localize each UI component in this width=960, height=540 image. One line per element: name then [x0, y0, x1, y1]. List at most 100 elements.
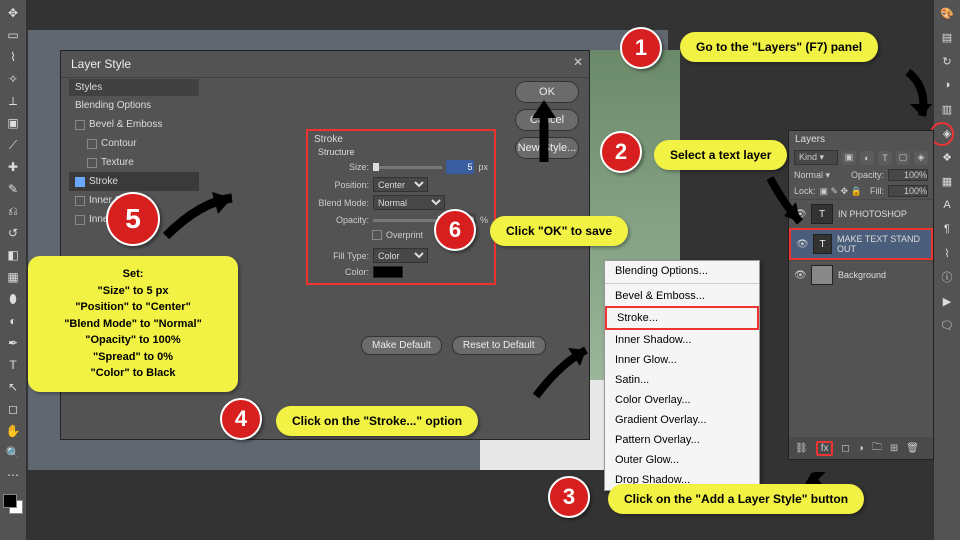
history-panel-icon[interactable]: ↻	[937, 52, 957, 70]
type-layer-icon: T	[813, 234, 832, 254]
info-panel-icon[interactable]: ⓘ	[937, 268, 957, 286]
layer-row-textlayer[interactable]: 👁 T MAKE TEXT STAND OUT	[789, 228, 933, 260]
reset-default-button[interactable]: Reset to Default	[452, 336, 546, 355]
group-icon[interactable]: 🗀	[872, 440, 882, 457]
opacity-slider[interactable]	[373, 219, 444, 222]
comments-panel-icon[interactable]: 🗨	[937, 316, 957, 334]
layers-tab[interactable]: Layers	[789, 131, 933, 148]
gradient-tool[interactable]: ▦	[3, 268, 23, 286]
overprint-label[interactable]: Overprint	[386, 230, 423, 240]
blend-mode-select[interactable]: Normal ▾	[794, 170, 847, 181]
blur-tool[interactable]: ⬮	[3, 290, 23, 308]
ctx-bevel[interactable]: Bevel & Emboss...	[605, 286, 759, 306]
size-slider[interactable]	[373, 166, 442, 169]
badge-1: 1	[620, 27, 662, 69]
channels-panel-icon[interactable]: ▦	[937, 172, 957, 190]
add-layer-style-button[interactable]: fx	[816, 441, 834, 456]
lasso-tool[interactable]: ⌇	[3, 48, 23, 66]
layer-fill[interactable]	[888, 185, 928, 197]
callout-1: Go to the "Layers" (F7) panel	[680, 32, 878, 62]
layer-row-1[interactable]: 👁 T IN PHOTOSHOP	[789, 199, 933, 228]
actions-panel-icon[interactable]: ▶	[937, 292, 957, 310]
badge-6: 6	[434, 209, 476, 251]
ctx-inner-shadow[interactable]: Inner Shadow...	[605, 330, 759, 350]
ctx-inner-glow[interactable]: Inner Glow...	[605, 350, 759, 370]
bg-thumb	[811, 265, 833, 285]
size-input[interactable]	[446, 160, 474, 174]
heal-tool[interactable]: ✚	[3, 158, 23, 176]
style-stroke[interactable]: Stroke	[69, 172, 199, 191]
callout-2: Select a text layer	[654, 140, 787, 170]
new-layer-icon[interactable]: ⊞	[890, 443, 898, 454]
pen-tool[interactable]: ✒	[3, 334, 23, 352]
ctx-gradient-overlay[interactable]: Gradient Overlay...	[605, 410, 759, 430]
filter-pixel-icon[interactable]: ▣	[842, 151, 856, 165]
filltype-select[interactable]: Color	[373, 248, 428, 263]
shape-tool[interactable]: ◻	[3, 400, 23, 418]
frame-tool[interactable]: ▣	[3, 114, 23, 132]
link-layers-icon[interactable]: ⛓	[795, 443, 808, 454]
filltype-label: Fill Type:	[314, 251, 369, 261]
hand-tool[interactable]: ✋	[3, 422, 23, 440]
libraries-panel-icon[interactable]: ▥	[937, 100, 957, 118]
layer-row-background[interactable]: 👁 Background	[789, 260, 933, 289]
visibility-icon[interactable]: 👁	[794, 209, 806, 220]
type-tool[interactable]: T	[3, 356, 23, 374]
ctx-satin[interactable]: Satin...	[605, 370, 759, 390]
stamp-tool[interactable]: ⎌	[3, 202, 23, 220]
marquee-tool[interactable]: ▭	[3, 26, 23, 44]
color-swatches[interactable]	[3, 494, 23, 514]
stroke-settings: Stroke Structure Size:px Position:Center…	[306, 129, 496, 285]
make-default-button[interactable]: Make Default	[361, 336, 442, 355]
close-icon[interactable]: ✕	[573, 55, 583, 69]
callout-6: Click "OK" to save	[490, 216, 628, 246]
style-bevel[interactable]: Bevel & Emboss	[69, 115, 199, 134]
move-tool[interactable]: ✥	[3, 4, 23, 22]
layers-panel-icon[interactable]: ❖	[937, 148, 957, 166]
style-texture[interactable]: Texture	[69, 153, 199, 172]
newstyle-button[interactable]: New Style...	[515, 137, 579, 159]
kind-filter[interactable]: Kind ▾	[794, 150, 838, 165]
styles-header: Styles	[69, 79, 199, 96]
blending-options[interactable]: Blending Options	[69, 96, 199, 115]
brushes-panel-icon[interactable]: ⌇	[937, 244, 957, 262]
ctx-pattern-overlay[interactable]: Pattern Overlay...	[605, 430, 759, 450]
dodge-tool[interactable]: ◐	[3, 312, 23, 330]
filter-shape-icon[interactable]: ▢	[896, 151, 910, 165]
swatches-panel-icon[interactable]: ▤	[937, 28, 957, 46]
more-tool[interactable]: ⋯	[3, 466, 23, 484]
history-brush-tool[interactable]: ↺	[3, 224, 23, 242]
paragraph-panel-icon[interactable]: ¶	[937, 220, 957, 238]
color-swatch[interactable]	[373, 266, 403, 278]
filter-adjust-icon[interactable]: ◐	[860, 151, 874, 165]
ctx-outer-glow[interactable]: Outer Glow...	[605, 450, 759, 470]
brush-tool[interactable]: ✎	[3, 180, 23, 198]
path-tool[interactable]: ↖	[3, 378, 23, 396]
zoom-tool[interactable]: 🔍	[3, 444, 23, 462]
ctx-blending[interactable]: Blending Options...	[605, 261, 759, 281]
blendmode-label: Blend Mode:	[314, 198, 369, 208]
adjustments-panel-icon[interactable]: ◑	[937, 76, 957, 94]
blendmode-select[interactable]: Normal	[373, 195, 445, 210]
eyedropper-tool[interactable]: ⟋	[3, 136, 23, 154]
ok-button[interactable]: OK	[515, 81, 579, 103]
layer-opacity[interactable]	[888, 169, 928, 181]
ctx-stroke[interactable]: Stroke...	[605, 306, 759, 330]
filter-smart-icon[interactable]: ◈	[914, 151, 928, 165]
filter-type-icon[interactable]: T	[878, 151, 892, 165]
position-select[interactable]: Center	[373, 177, 428, 192]
eraser-tool[interactable]: ◧	[3, 246, 23, 264]
character-panel-icon[interactable]: A	[937, 196, 957, 214]
crop-tool[interactable]: ⟂	[3, 92, 23, 110]
color-panel-icon[interactable]: 🎨	[937, 4, 957, 22]
cancel-button[interactable]: Cancel	[515, 109, 579, 131]
wand-tool[interactable]: ✧	[3, 70, 23, 88]
style-contour[interactable]: Contour	[69, 134, 199, 153]
ctx-color-overlay[interactable]: Color Overlay...	[605, 390, 759, 410]
delete-layer-icon[interactable]: 🗑	[906, 443, 919, 454]
visibility-icon[interactable]: 👁	[796, 239, 808, 250]
adjustment-layer-icon[interactable]: ◑	[858, 443, 864, 454]
add-mask-icon[interactable]: ◻	[841, 443, 849, 454]
visibility-icon[interactable]: 👁	[794, 270, 806, 281]
lock-icons[interactable]: ▣ ✎ ✥ 🔒	[820, 186, 862, 197]
